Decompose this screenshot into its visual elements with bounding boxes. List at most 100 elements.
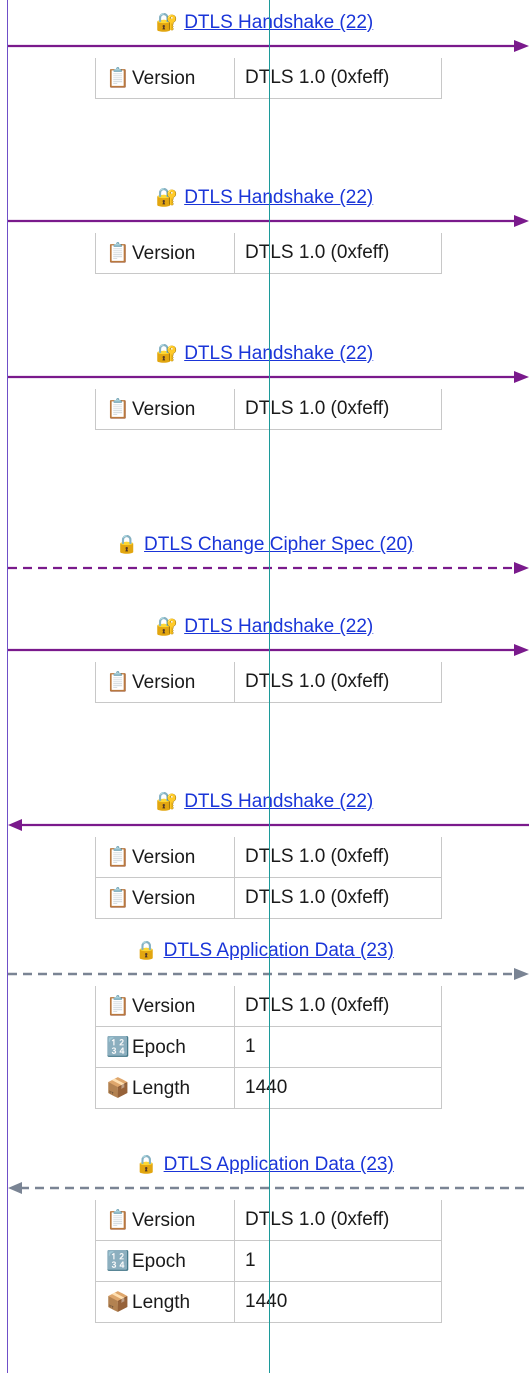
arrow-head bbox=[514, 215, 529, 227]
lock-icon: 🔒 bbox=[115, 534, 139, 554]
field-value: DTLS 1.0 (0xfeff) bbox=[234, 1200, 442, 1241]
field-key: Version bbox=[132, 68, 196, 89]
message-title-link[interactable]: 🔐 DTLS Handshake (22) bbox=[0, 10, 529, 35]
arrow-head bbox=[514, 968, 529, 980]
clipboard-icon: 📋 bbox=[106, 68, 130, 89]
lock-icon: 🔒 bbox=[135, 940, 158, 960]
field-key: Length bbox=[132, 1078, 191, 1099]
arrow-right bbox=[8, 644, 529, 656]
locked-with-key-icon: 🔐 bbox=[155, 343, 179, 363]
message-title-text: DTLS Handshake (22) bbox=[184, 343, 374, 364]
clipboard-icon: 📋 bbox=[106, 996, 130, 1017]
field-row: 📋 Version DTLS 1.0 (0xfeff) bbox=[95, 389, 442, 430]
field-row: 📋 Version DTLS 1.0 (0xfeff) bbox=[95, 837, 442, 878]
message-title-link[interactable]: 🔒 DTLS Application Data (23) bbox=[0, 938, 529, 963]
locked-with-key-icon: 🔐 bbox=[155, 616, 179, 636]
field-row: 📋 Version DTLS 1.0 (0xfeff) bbox=[95, 662, 442, 703]
clipboard-icon: 📋 bbox=[106, 243, 130, 264]
field-value: DTLS 1.0 (0xfeff) bbox=[234, 877, 442, 919]
message-title-text: DTLS Handshake (22) bbox=[184, 12, 374, 33]
field-key-cell: 📋 Version bbox=[95, 986, 235, 1027]
field-row: 📦 Length 1440 bbox=[95, 1067, 442, 1109]
field-value: 1440 bbox=[234, 1281, 442, 1323]
message-title-link[interactable]: 🔐 DTLS Handshake (22) bbox=[0, 341, 529, 366]
field-row: 📋 Version DTLS 1.0 (0xfeff) bbox=[95, 1200, 442, 1241]
arrow-head bbox=[514, 644, 529, 656]
clipboard-icon: 📋 bbox=[106, 399, 130, 420]
field-value: DTLS 1.0 (0xfeff) bbox=[234, 662, 442, 703]
field-row: 🔢 Epoch 1 bbox=[95, 1240, 442, 1282]
field-key-cell: 📋 Version bbox=[95, 877, 235, 919]
field-key-cell: 📋 Version bbox=[95, 389, 235, 430]
lock-icon: 🔒 bbox=[135, 1154, 158, 1174]
field-key: Version bbox=[132, 672, 196, 693]
fields-table: 📋 Version DTLS 1.0 (0xfeff) 🔢 Epoch 1 📦 Length 1… bbox=[95, 1200, 442, 1323]
locked-with-key-icon: 🔐 bbox=[155, 187, 179, 207]
arrow-head bbox=[514, 40, 529, 52]
numbers-icon: 🔢 bbox=[106, 1037, 130, 1058]
field-value: 1 bbox=[234, 1240, 442, 1282]
clipboard-icon: 📋 bbox=[106, 1210, 130, 1231]
fields-table: 📋 Version DTLS 1.0 (0xfeff) bbox=[95, 662, 442, 703]
field-key-cell: 📋 Version bbox=[95, 58, 235, 99]
message-title-text: DTLS Application Data (23) bbox=[163, 1154, 394, 1175]
message-title-text: DTLS Change Cipher Spec (20) bbox=[144, 534, 414, 555]
field-value: DTLS 1.0 (0xfeff) bbox=[234, 58, 442, 99]
arrow-head bbox=[8, 819, 22, 831]
fields-table: 📋 Version DTLS 1.0 (0xfeff) 🔢 Epoch 1 📦 Length 1… bbox=[95, 986, 442, 1109]
field-row: 📋 Version DTLS 1.0 (0xfeff) bbox=[95, 233, 442, 274]
arrow-left bbox=[8, 1182, 529, 1194]
field-key-cell: 📋 Version bbox=[95, 837, 235, 878]
field-key-cell: 🔢 Epoch bbox=[95, 1026, 235, 1068]
field-value: DTLS 1.0 (0xfeff) bbox=[234, 233, 442, 274]
package-icon: 📦 bbox=[106, 1292, 130, 1313]
arrow-head bbox=[8, 1182, 22, 1194]
field-key-cell: 📋 Version bbox=[95, 1200, 235, 1241]
message-title-text: DTLS Handshake (22) bbox=[184, 187, 374, 208]
field-row: 📦 Length 1440 bbox=[95, 1281, 442, 1323]
field-key-cell: 📋 Version bbox=[95, 662, 235, 703]
field-key-cell: 📋 Version bbox=[95, 233, 235, 274]
message-title-text: DTLS Application Data (23) bbox=[163, 940, 394, 961]
numbers-icon: 🔢 bbox=[106, 1251, 130, 1272]
fields-table: 📋 Version DTLS 1.0 (0xfeff) 📋 Version DTLS 1.… bbox=[95, 837, 442, 919]
field-row: 📋 Version DTLS 1.0 (0xfeff) bbox=[95, 986, 442, 1027]
field-key: Epoch bbox=[132, 1251, 186, 1272]
message-title-text: DTLS Handshake (22) bbox=[184, 791, 374, 812]
field-key: Length bbox=[132, 1292, 191, 1313]
fields-table: 📋 Version DTLS 1.0 (0xfeff) bbox=[95, 233, 442, 274]
arrow-right bbox=[8, 968, 529, 980]
clipboard-icon: 📋 bbox=[106, 672, 130, 693]
field-value: 1 bbox=[234, 1026, 442, 1068]
field-value: 1440 bbox=[234, 1067, 442, 1109]
field-key: Version bbox=[132, 888, 196, 909]
field-value: DTLS 1.0 (0xfeff) bbox=[234, 986, 442, 1027]
message-title-link[interactable]: 🔐 DTLS Handshake (22) bbox=[0, 614, 529, 639]
field-key: Version bbox=[132, 243, 196, 264]
locked-with-key-icon: 🔐 bbox=[155, 791, 179, 811]
arrow-right bbox=[8, 40, 529, 52]
arrow-right bbox=[8, 371, 529, 383]
field-key-cell: 📦 Length bbox=[95, 1281, 235, 1323]
field-row: 🔢 Epoch 1 bbox=[95, 1026, 442, 1068]
field-key: Version bbox=[132, 399, 196, 420]
fields-table: 📋 Version DTLS 1.0 (0xfeff) bbox=[95, 389, 442, 430]
package-icon: 📦 bbox=[106, 1078, 130, 1099]
field-row: 📋 Version DTLS 1.0 (0xfeff) bbox=[95, 58, 442, 99]
arrow-right bbox=[8, 215, 529, 227]
arrow-head bbox=[514, 371, 529, 383]
locked-with-key-icon: 🔐 bbox=[155, 12, 179, 32]
field-key: Version bbox=[132, 1210, 196, 1231]
message-title-link[interactable]: 🔐 DTLS Handshake (22) bbox=[0, 185, 529, 210]
field-row: 📋 Version DTLS 1.0 (0xfeff) bbox=[95, 877, 442, 919]
arrow-head bbox=[514, 562, 529, 574]
field-key-cell: 🔢 Epoch bbox=[95, 1240, 235, 1282]
field-key: Version bbox=[132, 847, 196, 868]
field-value: DTLS 1.0 (0xfeff) bbox=[234, 837, 442, 878]
message-title-text: DTLS Handshake (22) bbox=[184, 616, 374, 637]
message-title-link[interactable]: 🔒 DTLS Application Data (23) bbox=[0, 1152, 529, 1177]
clipboard-icon: 📋 bbox=[106, 847, 130, 868]
message-title-link[interactable]: 🔒 DTLS Change Cipher Spec (20) bbox=[0, 532, 529, 557]
fields-table: 📋 Version DTLS 1.0 (0xfeff) bbox=[95, 58, 442, 99]
message-title-link[interactable]: 🔐 DTLS Handshake (22) bbox=[0, 789, 529, 814]
